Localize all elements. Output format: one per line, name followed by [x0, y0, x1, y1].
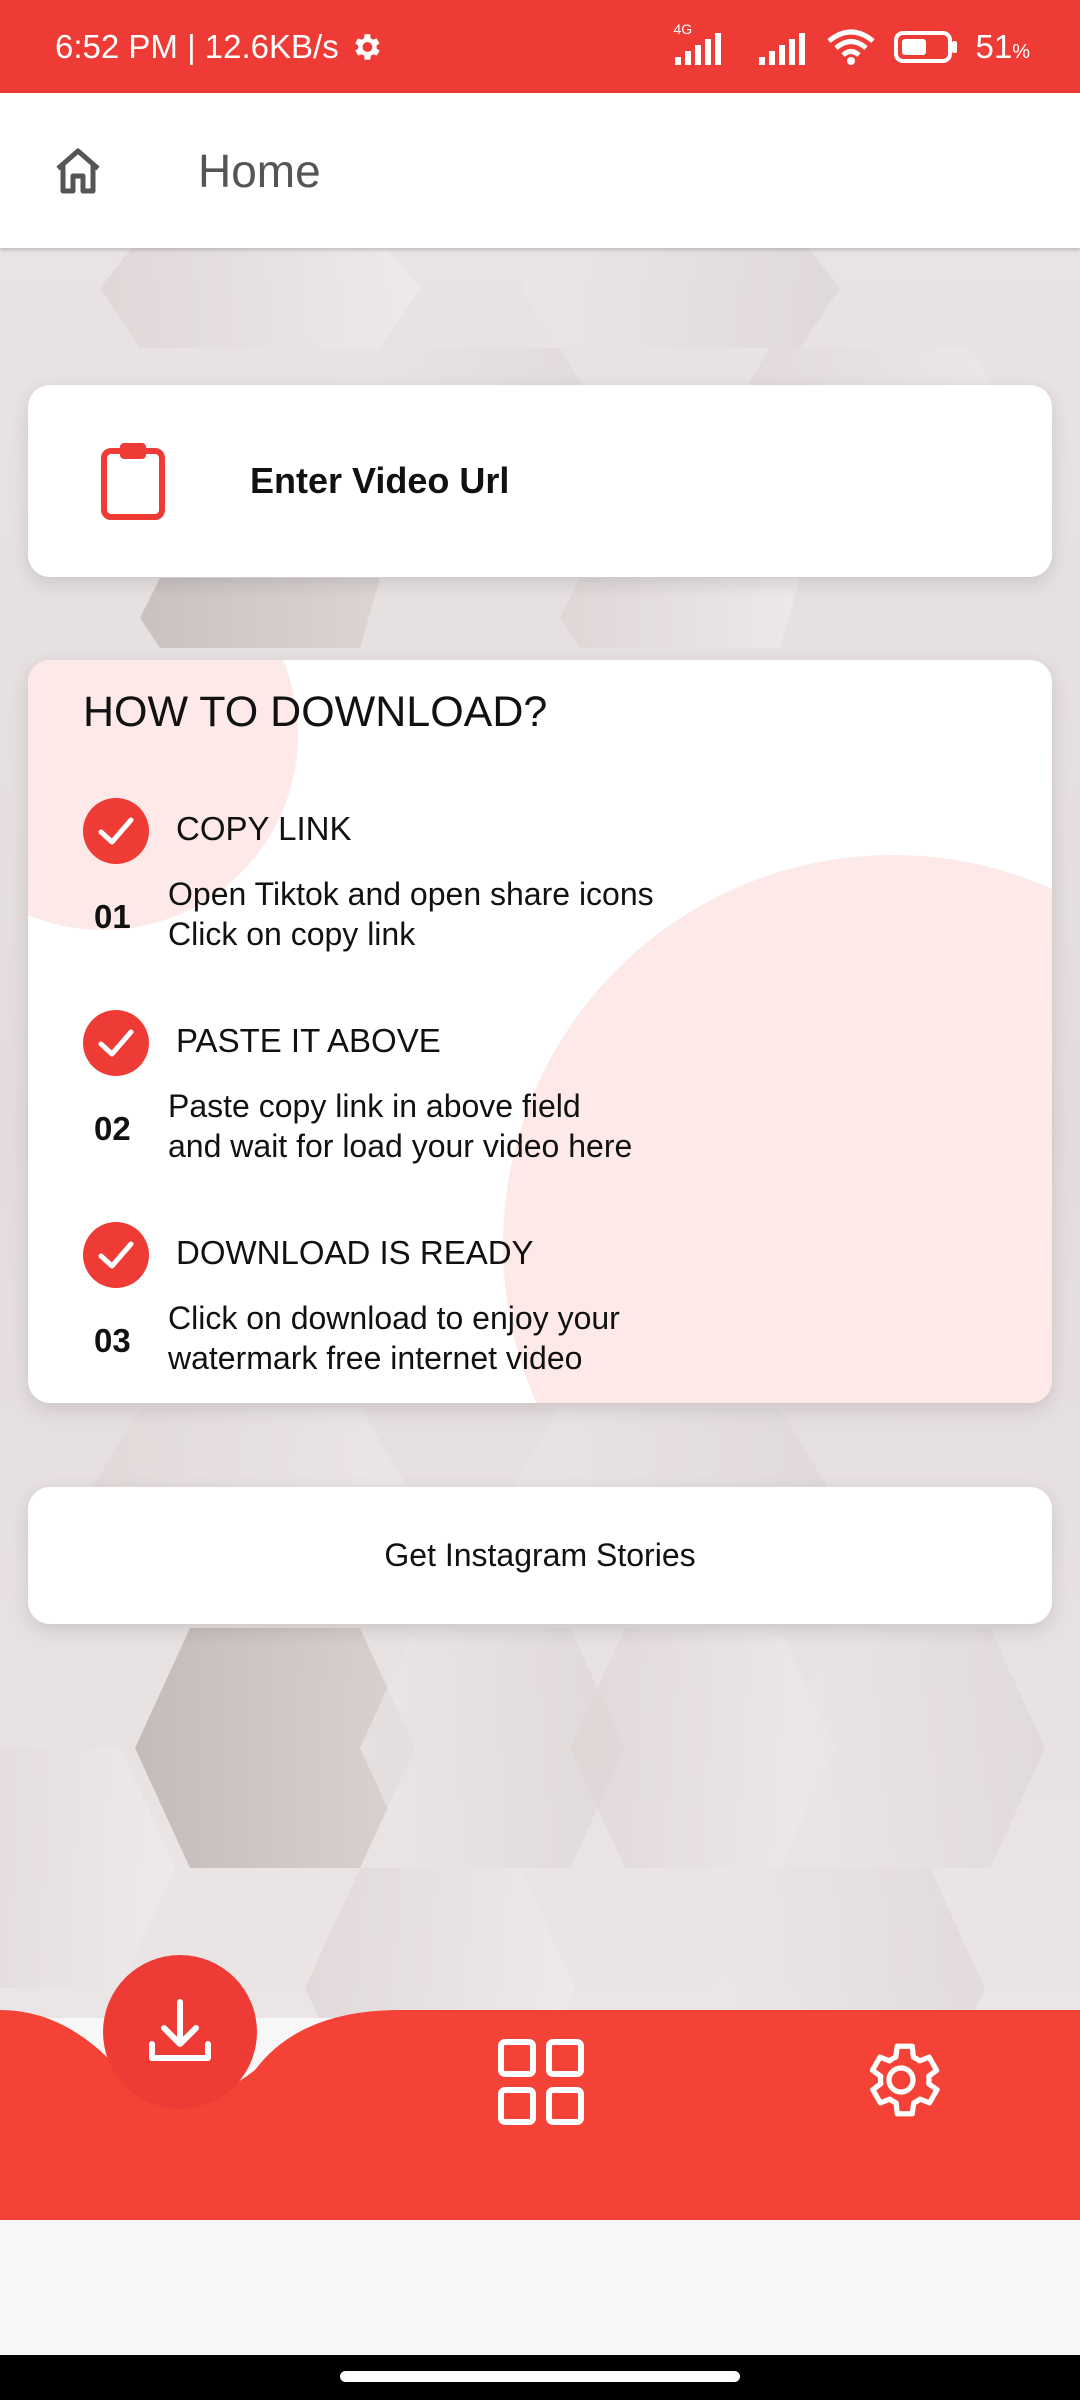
grid-icon[interactable]: [496, 2037, 586, 2127]
check-icon: [83, 1222, 149, 1288]
clipboard-icon[interactable]: [100, 441, 166, 521]
battery-level: 51%: [975, 28, 1030, 66]
step-number: 03: [94, 1322, 131, 1359]
step-description-line: and wait for load your video here: [168, 1128, 633, 1164]
how-to-download-card: HOW TO DOWNLOAD? COPY LINK 01 Open Tikto…: [28, 660, 1052, 1403]
battery-icon: [894, 30, 958, 63]
check-icon: [83, 798, 149, 864]
status-bar: 6:52 PM | 12.6KB/s 4G 51%: [0, 0, 1080, 93]
step-title: PASTE IT ABOVE: [176, 1022, 441, 1059]
url-card: [28, 385, 1052, 577]
gear-icon: [354, 33, 380, 60]
video-url-input[interactable]: [250, 445, 1010, 517]
status-right: 4G 51%: [671, 21, 1030, 67]
download-nav-button[interactable]: [103, 1955, 257, 2109]
battery-unit: %: [1012, 40, 1030, 63]
blank-area: [0, 2220, 1080, 2355]
check-icon: [83, 1010, 149, 1076]
signal-icon: [759, 32, 806, 65]
step-title: COPY LINK: [176, 810, 352, 847]
step-description: Paste copy link in above field and wait …: [168, 1086, 632, 1166]
gesture-handle[interactable]: [340, 2371, 740, 2382]
step-number: 01: [94, 898, 131, 935]
step-description-line: Paste copy link in above field: [168, 1088, 581, 1124]
get-instagram-stories-button[interactable]: Get Instagram Stories: [28, 1487, 1052, 1624]
status-time: 6:52 PM | 12.6KB/s: [55, 27, 339, 65]
home-icon[interactable]: [48, 141, 108, 201]
network-type: 4G: [673, 20, 693, 37]
step-number: 02: [94, 1110, 131, 1147]
step-description: Click on download to enjoy your watermar…: [168, 1298, 620, 1378]
step-description-line: Click on download to enjoy your: [168, 1300, 620, 1336]
step-description-line: Click on copy link: [168, 916, 416, 952]
step-description-line: Open Tiktok and open share icons: [168, 876, 654, 912]
wifi-icon: [827, 29, 876, 65]
download-icon: [149, 1999, 211, 2061]
signal-icon: 4G: [671, 21, 741, 67]
status-left: 6:52 PM | 12.6KB/s: [55, 28, 383, 66]
app-bar: Home: [0, 93, 1080, 248]
step-description-line: watermark free internet video: [168, 1340, 583, 1376]
howto-title: HOW TO DOWNLOAD?: [83, 688, 548, 736]
step-description: Open Tiktok and open share icons Click o…: [168, 874, 654, 954]
battery-percent: 51: [975, 27, 1013, 65]
gear-icon[interactable]: [856, 2035, 946, 2125]
step-title: DOWNLOAD IS READY: [176, 1234, 534, 1271]
page-title: Home: [198, 145, 321, 197]
